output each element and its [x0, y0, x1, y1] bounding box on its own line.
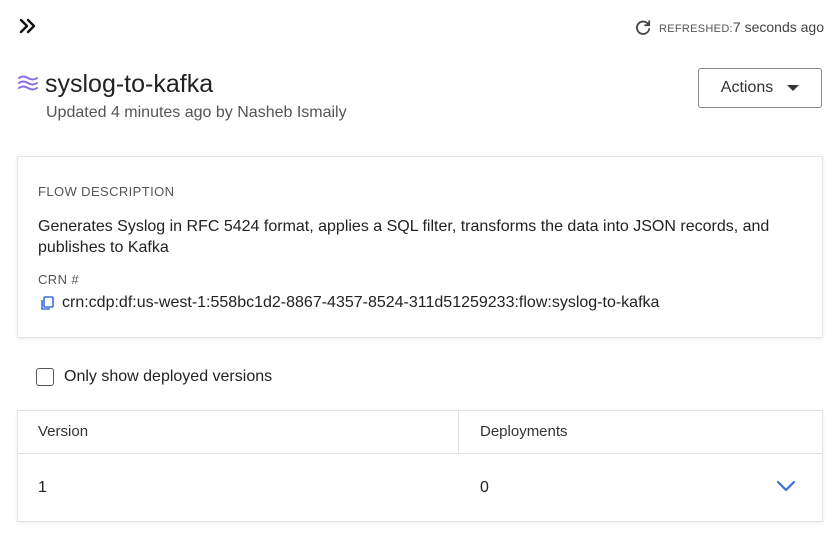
only-deployed-checkbox-row[interactable]: Only show deployed versions	[36, 368, 272, 386]
version-cell: 1	[38, 479, 47, 496]
page-title: syslog-to-kafka	[45, 70, 214, 98]
flow-description-label: FLOW DESCRIPTION	[38, 184, 175, 199]
crn-value: crn:cdp:df:us-west-1:558bc1d2-8867-4357-…	[62, 294, 660, 311]
deployments-cell: 0	[480, 479, 489, 496]
flow-icon	[17, 74, 39, 92]
flow-description: Generates Syslog in RFC 5424 format, app…	[38, 218, 770, 256]
refresh-icon[interactable]	[633, 18, 653, 38]
only-deployed-checkbox[interactable]	[36, 368, 54, 386]
refresh-status: REFRESHED:7 seconds ago	[633, 18, 824, 38]
refresh-value: 7 seconds ago	[732, 19, 824, 35]
chevron-down-icon[interactable]	[774, 476, 798, 496]
actions-label: Actions	[720, 79, 774, 96]
double-chevron-right-icon	[18, 17, 38, 40]
caret-down-icon	[787, 85, 800, 91]
only-deployed-label: Only show deployed versions	[64, 368, 273, 385]
column-divider	[458, 411, 459, 453]
expand-sidebar-button[interactable]	[14, 14, 42, 42]
table-header: Version Deployments	[18, 411, 822, 454]
column-header-version[interactable]: Version	[38, 423, 88, 440]
actions-button[interactable]: Actions	[698, 68, 822, 108]
updated-info: Updated 4 minutes ago by Nasheb Ismaily	[46, 104, 347, 121]
column-header-deployments[interactable]: Deployments	[480, 423, 568, 440]
refresh-label: REFRESHED:	[659, 23, 733, 35]
flow-details-card: FLOW DESCRIPTION Generates Syslog in RFC…	[17, 156, 823, 338]
table-row[interactable]: 1 0	[18, 454, 822, 522]
copy-icon[interactable]	[38, 294, 56, 312]
crn-row: crn:cdp:df:us-west-1:558bc1d2-8867-4357-…	[38, 294, 659, 312]
crn-label: CRN #	[38, 272, 80, 287]
versions-table: Version Deployments 1 0	[17, 410, 823, 522]
